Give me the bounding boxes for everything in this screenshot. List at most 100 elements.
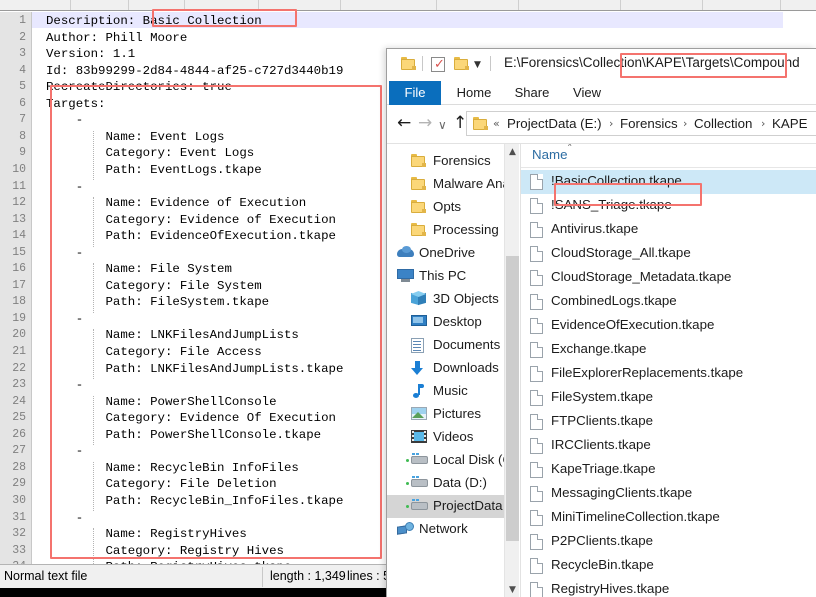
tree-item-processing[interactable]: Processing [387, 219, 519, 242]
code-line[interactable]: Category: Evidence of Execution [46, 212, 336, 229]
code-line[interactable]: Path: PowerShellConsole.tkape [46, 427, 321, 444]
breadcrumb-item-collection[interactable]: Collection [694, 116, 752, 131]
code-line[interactable]: - [46, 510, 83, 527]
file-list-item[interactable]: Antivirus.tkape [521, 218, 816, 242]
tree-item-videos[interactable]: Videos [387, 426, 519, 449]
code-line[interactable]: RecreateDirectories: true [46, 79, 232, 96]
breadcrumb-item-kape[interactable]: KAPE [772, 116, 807, 131]
file-list-item[interactable]: FTPClients.tkape [521, 410, 816, 434]
code-line[interactable]: - [46, 443, 83, 460]
code-line[interactable]: Category: Evidence Of Execution [46, 410, 336, 427]
tab-view[interactable]: View [563, 81, 611, 105]
folder-icon[interactable] [401, 57, 417, 75]
code-line[interactable]: Name: PowerShellConsole [46, 394, 276, 411]
tab-home[interactable]: Home [447, 81, 501, 105]
line-number: 12 [12, 196, 26, 210]
code-line[interactable]: Path: RecycleBin_InfoFiles.tkape [46, 493, 343, 510]
file-list-item[interactable]: KapeTriage.tkape [521, 458, 816, 482]
code-line[interactable]: Author: Phill Moore [46, 30, 187, 47]
file-list-item[interactable]: FileSystem.tkape [521, 386, 816, 410]
scrollbar-thumb[interactable] [506, 256, 519, 541]
tree-item-forensics[interactable]: Forensics [387, 150, 519, 173]
tree-item-desktop[interactable]: Desktop [387, 311, 519, 334]
tree-item-projectdata-e[interactable]: ProjectData (E:) [387, 495, 519, 518]
tree-item-this-pc[interactable]: This PC [387, 265, 519, 288]
code-line[interactable]: Path: LNKFilesAndJumpLists.tkape [46, 361, 343, 378]
code-line[interactable]: Targets: [46, 96, 106, 113]
new-folder-icon[interactable] [454, 57, 470, 75]
tree-item-opts[interactable]: Opts [387, 196, 519, 219]
recent-locations-button[interactable]: ∨ [438, 116, 447, 135]
tree-item-pictures[interactable]: Pictures [387, 403, 519, 426]
code-line[interactable]: Category: Registry Hives [46, 543, 283, 560]
file-list-item[interactable]: MiniTimelineCollection.tkape [521, 506, 816, 530]
tree-item-documents[interactable]: Documents [387, 334, 519, 357]
navigation-tree-pane[interactable]: Forensics Malware Analysi Opts Processing On… [387, 144, 519, 597]
code-line[interactable]: Category: File System [46, 278, 261, 295]
tab-file[interactable]: File [389, 81, 441, 105]
code-line[interactable]: Name: LNKFilesAndJumpLists [46, 327, 298, 344]
tree-item-network[interactable]: Network [387, 518, 519, 541]
tree-item-label: Documents [433, 337, 501, 352]
file-list-item[interactable]: MessagingClients.tkape [521, 482, 816, 506]
code-line[interactable]: Name: Event Logs [46, 129, 224, 146]
tree-item-onedrive[interactable]: OneDrive [387, 242, 519, 265]
breadcrumb-item-forensics[interactable]: Forensics [620, 116, 678, 131]
file-list-item[interactable]: CloudStorage_All.tkape [521, 242, 816, 266]
file-list-pane[interactable]: Name ˄ !BasicCollection.tkape !SANS_Triag… [520, 144, 816, 597]
column-header-name[interactable]: Name [532, 147, 567, 162]
code-line[interactable]: Name: File System [46, 261, 231, 278]
file-list-item[interactable]: CombinedLogs.tkape [521, 290, 816, 314]
file-list-item[interactable]: EvidenceOfExecution.tkape [521, 314, 816, 338]
tree-item-3d-objects[interactable]: 3D Objects [387, 288, 519, 311]
tree-item-label: Music [433, 383, 468, 398]
address-bar[interactable]: « ProjectData (E:) › Forensics › Collect… [466, 111, 816, 136]
code-line[interactable]: - [46, 112, 83, 129]
code-line[interactable]: Id: 83b99299-2d84-4844-af25-c727d3440b19 [46, 63, 343, 80]
code-line[interactable]: - [46, 179, 83, 196]
code-line[interactable]: Name: RegistryHives [46, 526, 246, 543]
tree-item-music[interactable]: Music [387, 380, 519, 403]
scroll-up-arrow[interactable]: ▲ [505, 144, 520, 161]
tree-item-data-d[interactable]: Data (D:) [387, 472, 519, 495]
breadcrumb-overflow[interactable]: « [493, 117, 500, 130]
tree-item-malware-analysi[interactable]: Malware Analysi [387, 173, 519, 196]
file-list-item[interactable]: FileExplorerReplacements.tkape [521, 362, 816, 386]
tree-scrollbar[interactable]: ▲ ▼ [504, 144, 519, 597]
document-file-icon [530, 438, 543, 454]
tab-share[interactable]: Share [505, 81, 559, 105]
code-line[interactable]: Path: EvidenceOfExecution.tkape [46, 228, 336, 245]
code-line[interactable]: Category: Event Logs [46, 145, 254, 162]
file-list-item[interactable]: !SANS_Triage.tkape [521, 194, 816, 218]
chevron-down-icon[interactable]: ▼ [474, 60, 481, 70]
code-line[interactable]: Description: Basic Collection [46, 13, 262, 30]
file-list-item[interactable]: RegistryHives.tkape [521, 578, 816, 597]
code-line[interactable]: Name: Evidence of Execution [46, 195, 306, 212]
code-line[interactable]: Path: FileSystem.tkape [46, 294, 269, 311]
properties-checkbox-icon[interactable]: ✓ [431, 57, 445, 72]
file-list-header: Name ˄ [521, 144, 816, 168]
file-name-label: Exchange.tkape [551, 341, 647, 356]
forward-button[interactable]: → [418, 114, 432, 133]
code-line[interactable]: - [46, 245, 83, 262]
code-line[interactable]: - [46, 377, 83, 394]
file-list-item[interactable]: P2PClients.tkape [521, 530, 816, 554]
code-line[interactable]: Category: File Deletion [46, 476, 276, 493]
tree-item-downloads[interactable]: Downloads [387, 357, 519, 380]
code-line[interactable]: - [46, 311, 83, 328]
file-list-item[interactable]: RecycleBin.tkape [521, 554, 816, 578]
document-file-icon [530, 366, 543, 382]
code-line[interactable]: Path: EventLogs.tkape [46, 162, 261, 179]
code-line[interactable]: Name: RecycleBin InfoFiles [46, 460, 298, 477]
file-list-item[interactable]: Exchange.tkape [521, 338, 816, 362]
breadcrumb-item-projectdata[interactable]: ProjectData (E:) [507, 116, 602, 131]
file-list-item[interactable]: !BasicCollection.tkape [521, 170, 816, 194]
tree-item-local-disk-c[interactable]: Local Disk (C:) [387, 449, 519, 472]
code-line[interactable]: Version: 1.1 [46, 46, 135, 63]
editor-toolbar[interactable] [0, 0, 816, 11]
code-line[interactable]: Category: File Access [46, 344, 261, 361]
scroll-down-arrow[interactable]: ▼ [505, 582, 520, 597]
back-button[interactable]: ← [397, 114, 411, 133]
file-list-item[interactable]: CloudStorage_Metadata.tkape [521, 266, 816, 290]
file-list-item[interactable]: IRCClients.tkape [521, 434, 816, 458]
